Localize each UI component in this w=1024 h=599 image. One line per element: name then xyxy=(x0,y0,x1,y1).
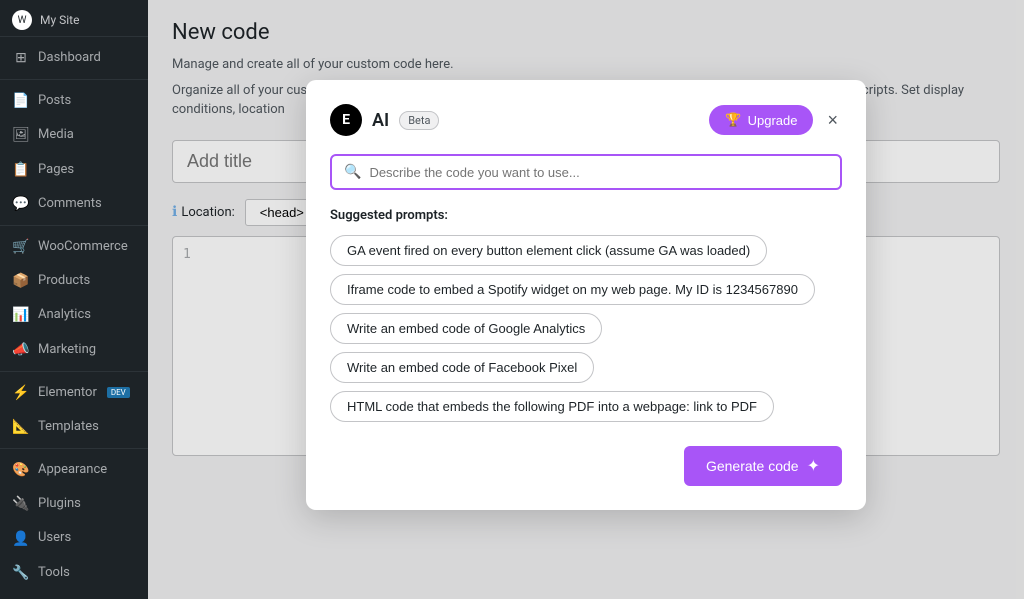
sidebar-item-appearance[interactable]: 🎨 Appearance xyxy=(0,453,148,487)
sidebar-item-label: Analytics xyxy=(38,306,91,324)
sidebar-item-analytics[interactable]: 📊 Analytics xyxy=(0,298,148,332)
prompt-chip-0[interactable]: GA event fired on every button element c… xyxy=(330,235,767,266)
sidebar-item-label: WooCommerce xyxy=(38,238,128,256)
sidebar-item-products[interactable]: 📦 Products xyxy=(0,264,148,298)
sidebar-header: W My Site xyxy=(0,0,148,37)
sidebar-item-templates[interactable]: 📐 Templates xyxy=(0,410,148,444)
sparkle-icon: ✦ xyxy=(807,456,820,476)
prompt-chip-1[interactable]: Iframe code to embed a Spotify widget on… xyxy=(330,274,815,305)
sidebar-item-label: Products xyxy=(38,272,90,290)
modal-footer: Generate code ✦ xyxy=(330,446,842,486)
generate-label: Generate code xyxy=(706,458,799,474)
sidebar-item-label: Tools xyxy=(38,564,70,582)
sidebar-item-label: Plugins xyxy=(38,495,81,513)
dashboard-icon: ⊞ xyxy=(12,49,30,67)
main-content: New code Manage and create all of your c… xyxy=(148,0,1024,599)
sidebar-item-media[interactable]: 🖼 Media xyxy=(0,118,148,152)
beta-badge: Beta xyxy=(399,111,439,130)
templates-icon: 📐 xyxy=(12,418,30,436)
suggested-label: Suggested prompts: xyxy=(330,208,842,223)
ai-modal-overlay: E AI Beta 🏆 Upgrade × 🔍 Suggested prompt… xyxy=(148,0,1024,599)
prompt-chip-2[interactable]: Write an embed code of Google Analytics xyxy=(330,313,602,344)
media-icon: 🖼 xyxy=(12,126,30,144)
upgrade-icon: 🏆 xyxy=(725,112,741,128)
close-icon: × xyxy=(827,110,838,131)
site-name: My Site xyxy=(40,13,79,27)
sidebar-item-label: Marketing xyxy=(38,341,96,359)
elementor-logo: E xyxy=(330,104,362,136)
appearance-icon: 🎨 xyxy=(12,461,30,479)
sidebar-item-label: Dashboard xyxy=(38,49,101,67)
elementor-logo-letter: E xyxy=(342,112,350,128)
sidebar-item-users[interactable]: 👤 Users xyxy=(0,521,148,555)
sidebar-item-label: Media xyxy=(38,126,74,144)
generate-button[interactable]: Generate code ✦ xyxy=(684,446,842,486)
sidebar-item-pages[interactable]: 📋 Pages xyxy=(0,153,148,187)
sidebar-item-label: Comments xyxy=(38,195,102,213)
sidebar-item-tools[interactable]: 🔧 Tools xyxy=(0,556,148,590)
prompt-chip-3[interactable]: Write an embed code of Facebook Pixel xyxy=(330,352,594,383)
pages-icon: 📋 xyxy=(12,161,30,179)
elementor-dev-badge: DEV xyxy=(107,387,130,398)
sidebar-item-label: Users xyxy=(38,529,71,547)
upgrade-label: Upgrade xyxy=(748,113,798,128)
sidebar-item-dashboard[interactable]: ⊞ Dashboard xyxy=(0,41,148,75)
marketing-icon: 📣 xyxy=(12,341,30,359)
upgrade-button[interactable]: 🏆 Upgrade xyxy=(709,105,813,135)
users-icon: 👤 xyxy=(12,530,30,548)
sidebar-item-allinone[interactable]: 🔄 All-in-One WP Migration xyxy=(0,590,148,599)
prompt-chips: GA event fired on every button element c… xyxy=(330,235,842,422)
tools-icon: 🔧 xyxy=(12,564,30,582)
products-icon: 📦 xyxy=(12,272,30,290)
woocommerce-icon: 🛒 xyxy=(12,238,30,256)
sidebar-item-label: Posts xyxy=(38,92,71,110)
sidebar-item-label: Templates xyxy=(38,418,99,436)
ai-search-input[interactable] xyxy=(369,165,828,180)
ai-modal: E AI Beta 🏆 Upgrade × 🔍 Suggested prompt… xyxy=(306,80,866,510)
sidebar-item-plugins[interactable]: 🔌 Plugins xyxy=(0,487,148,521)
sidebar-item-comments[interactable]: 💬 Comments xyxy=(0,187,148,221)
modal-ai-label: AI xyxy=(372,110,389,131)
sidebar-item-posts[interactable]: 📄 Posts xyxy=(0,84,148,118)
sidebar: W My Site ⊞ Dashboard 📄 Posts 🖼 Media 📋 … xyxy=(0,0,148,599)
elementor-icon: ⚡ xyxy=(12,384,30,402)
sidebar-item-marketing[interactable]: 📣 Marketing xyxy=(0,333,148,367)
modal-header: E AI Beta 🏆 Upgrade × xyxy=(330,104,842,136)
analytics-icon: 📊 xyxy=(12,306,30,324)
sidebar-item-elementor[interactable]: ⚡ Elementor DEV xyxy=(0,376,148,410)
search-row: 🔍 xyxy=(330,154,842,190)
sidebar-item-label: Appearance xyxy=(38,461,107,479)
sidebar-item-label: Pages xyxy=(38,161,74,179)
sidebar-item-label: Elementor xyxy=(38,384,97,402)
search-icon: 🔍 xyxy=(344,164,361,180)
close-button[interactable]: × xyxy=(823,106,842,135)
posts-icon: 📄 xyxy=(12,92,30,110)
prompt-chip-4[interactable]: HTML code that embeds the following PDF … xyxy=(330,391,774,422)
plugins-icon: 🔌 xyxy=(12,495,30,513)
site-icon: W xyxy=(12,10,32,30)
comments-icon: 💬 xyxy=(12,195,30,213)
sidebar-item-woocommerce[interactable]: 🛒 WooCommerce xyxy=(0,230,148,264)
